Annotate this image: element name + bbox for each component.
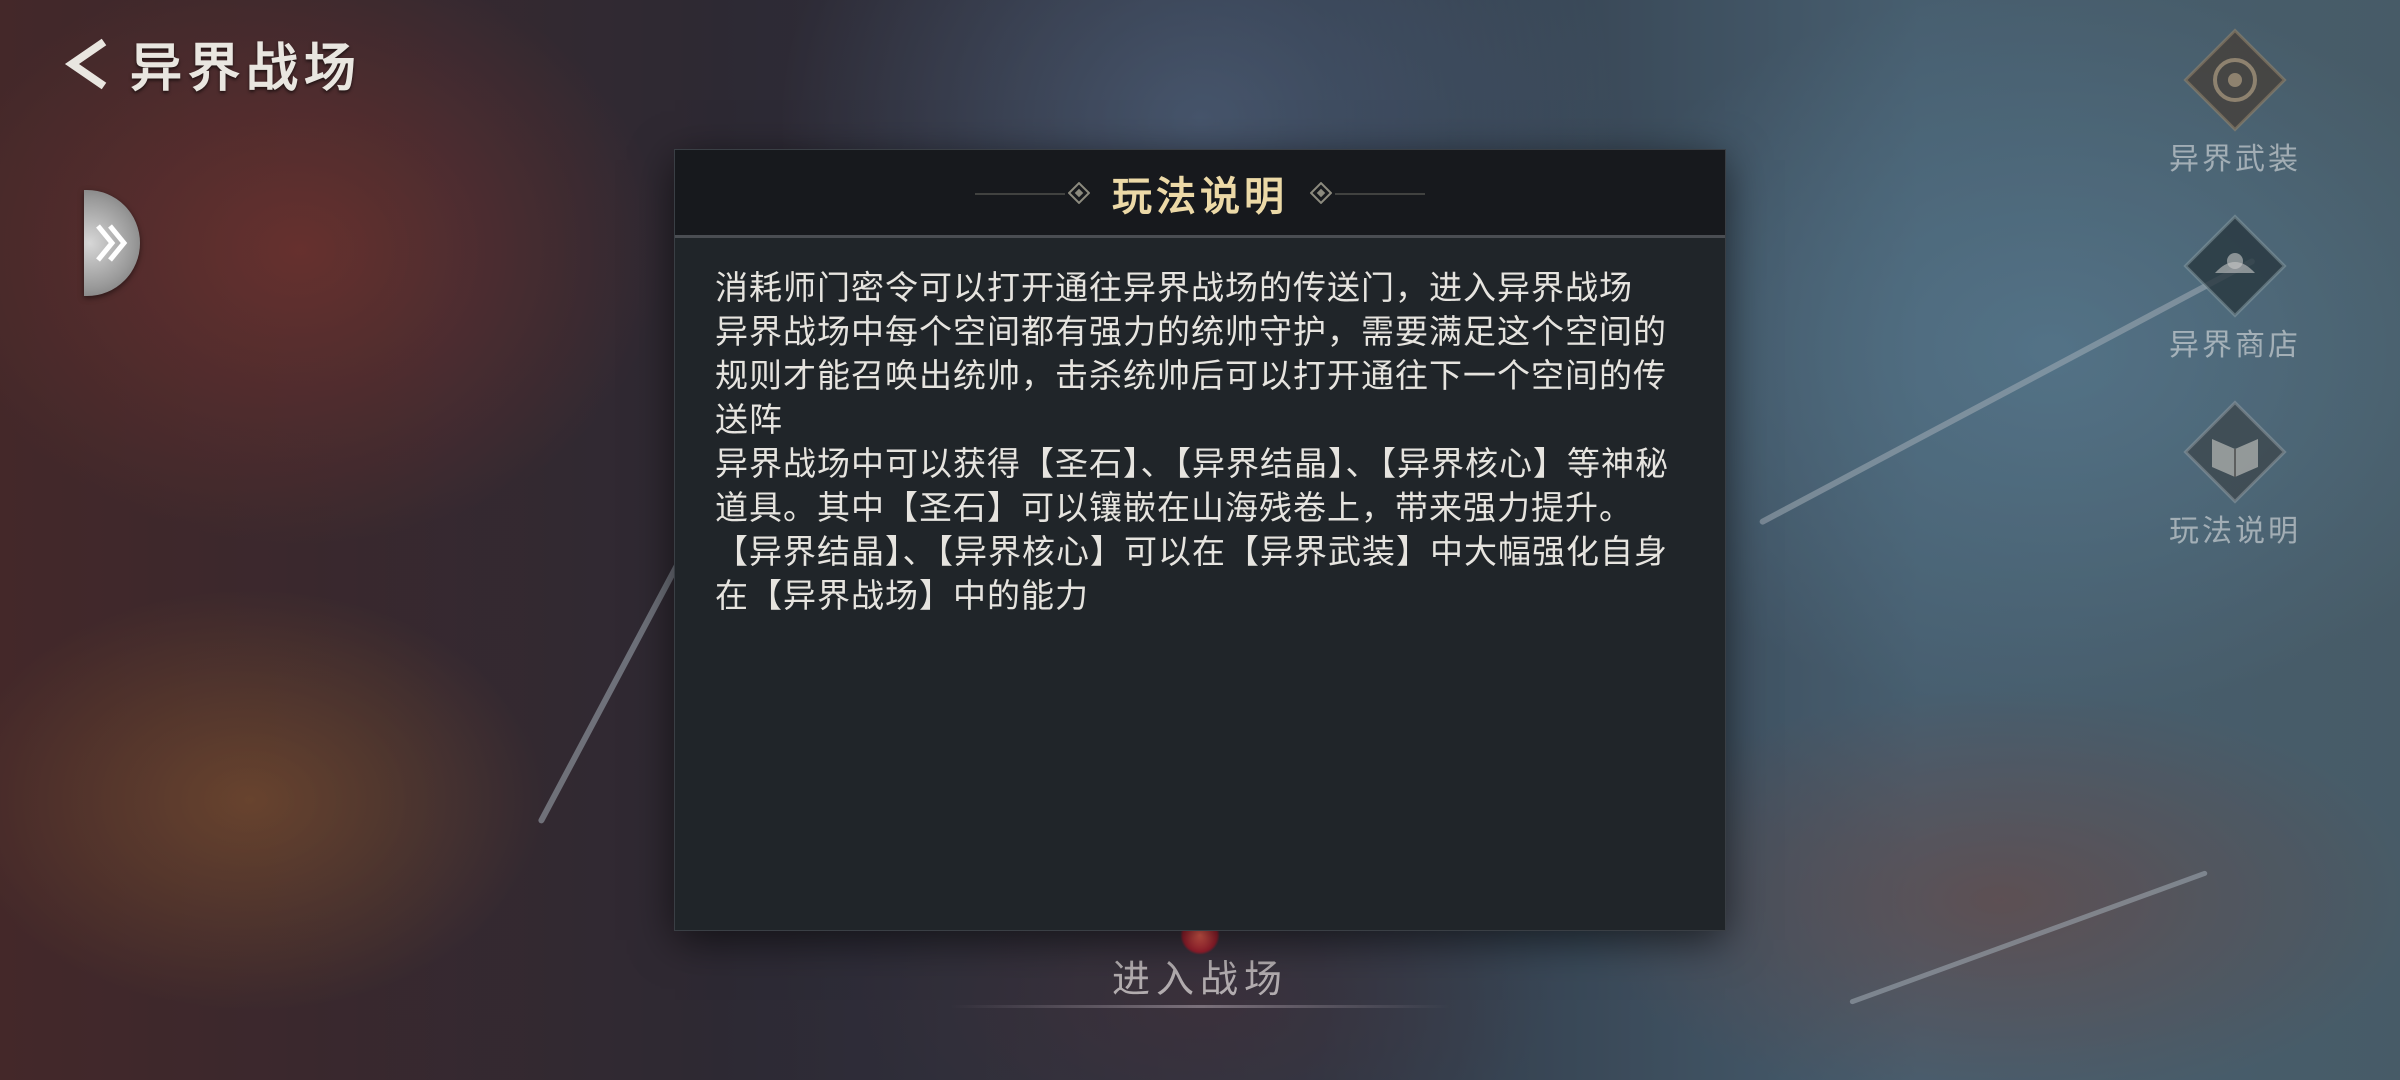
book-icon [2175,392,2295,512]
back-arrow-icon [64,38,107,89]
shop-emblem-icon [2175,206,2295,326]
side-menu: 异界武装 异界商店 玩法说明 [2160,20,2310,578]
instruction-paragraph: 异界战场中每个空间都有强力的统帅守护，需要满足这个空间的规则才能召唤出统帅，击杀… [715,312,1667,439]
menu-item-label: 异界武装 [2169,142,2301,177]
back-button[interactable] [60,34,112,94]
armor-emblem-icon [2175,20,2295,140]
menu-item-instructions[interactable]: 玩法说明 [2169,392,2301,550]
instruction-paragraph: 异界战场中可以获得【圣石】、【异界结晶】、【异界核心】等神秘道具。其中【圣石】可… [715,444,1669,615]
instruction-paragraph: 消耗师门密令可以打开通往异界战场的传送门，进入异界战场 [715,268,1633,307]
page-title: 异界战场 [130,38,363,99]
top-bar: 异界战场 [60,26,362,101]
double-chevron-right-icon [96,224,128,262]
enter-divider-line [950,1005,1450,1008]
dialog-body: 消耗师门密令可以打开通往异界战场的传送门，进入异界战场 异界战场中每个空间都有强… [675,238,1725,618]
dialog-header: 玩法说明 [675,150,1725,238]
enter-battlefield-button[interactable]: 进入战场 [950,930,1450,1020]
game-screen: 异界战场 异界武装 异界商店 玩法说明 进入战场 玩法说明 消耗师门密令可以打开… [0,0,2400,1080]
enter-battlefield-label: 进入战场 [1111,956,1288,1001]
menu-item-label: 玩法说明 [2169,514,2301,549]
menu-item-label: 异界商店 [2169,328,2301,363]
header-divider-lines [975,193,1425,195]
menu-item-armor[interactable]: 异界武装 [2169,20,2301,178]
menu-item-shop[interactable]: 异界商店 [2169,206,2301,364]
instructions-dialog: 玩法说明 消耗师门密令可以打开通往异界战场的传送门，进入异界战场 异界战场中每个… [675,150,1725,930]
